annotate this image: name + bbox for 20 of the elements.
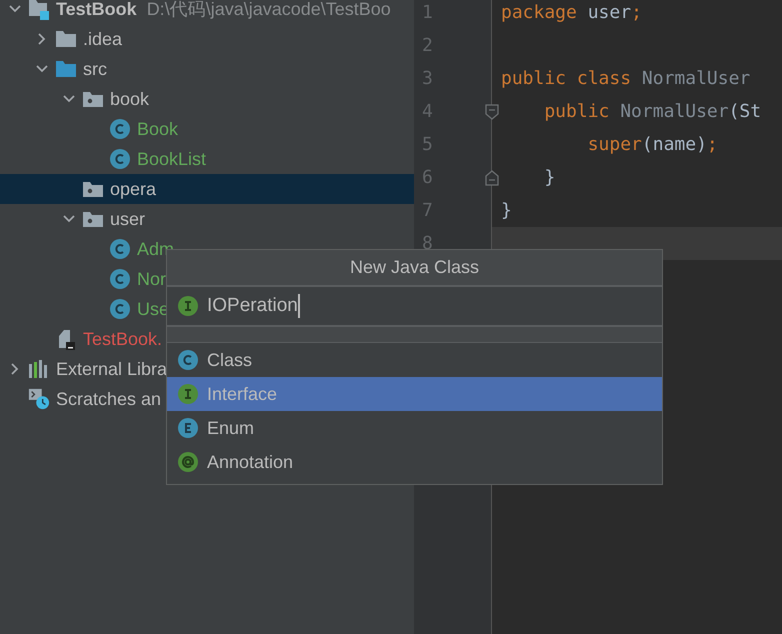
tree-item-label: Book xyxy=(137,118,178,140)
code-line: public NormalUser(St xyxy=(543,100,762,124)
tree-item-label: External Libra xyxy=(56,358,168,380)
code-line: package user; xyxy=(501,1,642,25)
tree-item-label: TestBook. xyxy=(83,328,162,350)
code-line: super(name); xyxy=(586,133,718,157)
code-line: } xyxy=(501,199,512,223)
project-path: D:\代码\java\javacode\TestBoo xyxy=(146,0,391,21)
tree-item-label: Scratches an xyxy=(56,388,162,410)
tree-item-label: BookList xyxy=(137,148,206,170)
tree-item-label: TestBook xyxy=(56,0,137,20)
dialog-title: New Java Class xyxy=(350,256,480,279)
tree-item-label: src xyxy=(83,58,107,80)
code-line: public class NormalUser xyxy=(501,67,750,91)
tree-item-label: book xyxy=(110,88,150,110)
tree-item-label: Nor xyxy=(137,268,166,290)
tree-item-label: opera xyxy=(110,178,156,201)
tree-item-label: user xyxy=(110,208,146,230)
tree-item-label: .idea xyxy=(83,28,122,50)
code-line: } xyxy=(543,166,556,190)
